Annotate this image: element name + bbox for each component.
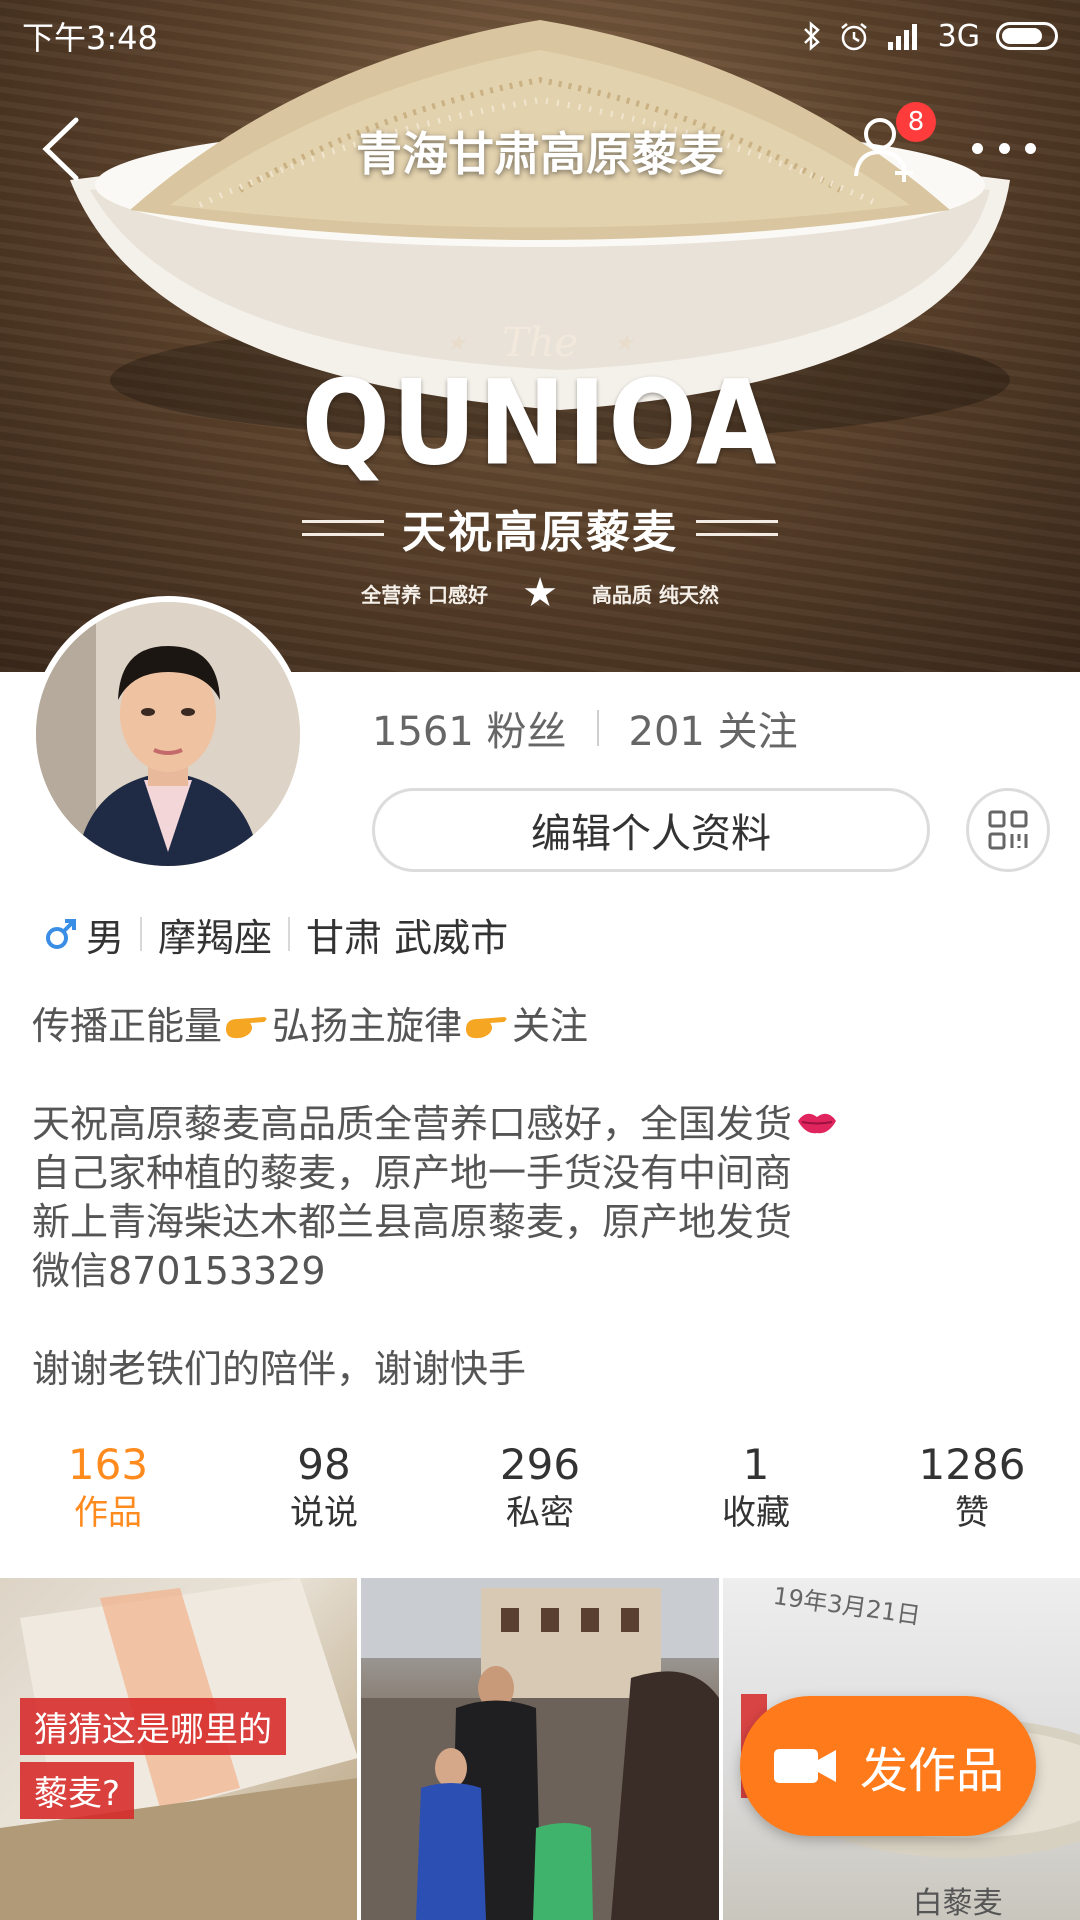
signal-icon xyxy=(886,22,922,50)
thumb-label: 白藜麦 xyxy=(912,1886,1003,1920)
divider xyxy=(596,710,599,746)
logo-line-right xyxy=(696,520,778,536)
more-button[interactable] xyxy=(972,124,1036,172)
publish-button[interactable]: 发作品 xyxy=(740,1696,1036,1836)
profile-bio: 传播正能量 弘扬主旋律 关注 天祝高原藜麦高品质全营养口感好，全国发货 自己家种植的… xyxy=(32,1002,1052,1394)
avatar[interactable] xyxy=(30,596,306,872)
bio-line: 自己家种植的藜麦，原产地一手货没有中间商 xyxy=(32,1151,793,1195)
location-label: 甘肃 武威市 xyxy=(306,915,509,960)
bluetooth-icon xyxy=(802,20,822,52)
divider xyxy=(288,917,291,951)
bio-line: 微信870153329 xyxy=(32,1249,326,1293)
star-icon: ★ xyxy=(446,330,466,356)
profile-tags: 男 摩羯座 甘肃 武威市 xyxy=(44,908,508,960)
star-icon: ★ xyxy=(522,570,558,616)
status-time: 下午3:48 xyxy=(22,19,158,57)
thumb-caption: 藜麦? xyxy=(20,1762,135,1819)
logo-tag-left: 全营养 口感好 xyxy=(361,582,489,607)
follow-stats: 1561 粉丝 201 关注 xyxy=(372,700,798,756)
tab-works[interactable]: 163 作品 xyxy=(0,1440,216,1540)
battery-icon xyxy=(996,22,1058,50)
edit-profile-button[interactable]: 编辑个人资料 xyxy=(372,788,930,872)
bio-line: 天祝高原藜麦高品质全营养口感好，全国发货 xyxy=(32,1100,1052,1149)
qr-code-button[interactable] xyxy=(966,788,1050,872)
qr-code-icon xyxy=(988,810,1028,850)
male-icon xyxy=(44,917,78,951)
video-camera-icon xyxy=(773,1749,836,1783)
more-icon xyxy=(972,142,983,154)
avatar-photo xyxy=(36,602,300,866)
status-bar: 下午3:48 3G xyxy=(0,0,1080,72)
tab-likes[interactable]: 1286 赞 xyxy=(864,1440,1080,1540)
street-scene-image xyxy=(361,1578,719,1920)
bio-line: 新上青海柴达木都兰县高原藜麦，原产地发货 xyxy=(32,1200,793,1244)
thumb-caption: 猜猜这是哪里的 xyxy=(20,1698,286,1755)
star-icon: ★ xyxy=(614,330,634,356)
notification-badge: 8 xyxy=(896,102,936,142)
zodiac-label: 摩羯座 xyxy=(158,915,273,960)
publish-label: 发作品 xyxy=(859,1743,1004,1799)
top-nav: 青海甘肃高原藜麦 8 xyxy=(0,100,1080,196)
following-count[interactable]: 201 关注 xyxy=(629,699,798,757)
fans-count[interactable]: 1561 粉丝 xyxy=(372,699,567,757)
content-tabs: 163 作品 98 说说 296 私密 1 收藏 1286 赞 xyxy=(0,1440,1080,1540)
bio-line: 传播正能量 弘扬主旋律 关注 xyxy=(32,1002,1052,1051)
bio-line: 谢谢老铁们的陪伴，谢谢快手 xyxy=(32,1347,527,1391)
pointing-hand-icon xyxy=(224,1004,270,1053)
work-thumbnail[interactable]: 猜猜这是哪里的 藜麦? xyxy=(0,1578,358,1920)
work-thumbnail[interactable] xyxy=(361,1578,719,1920)
alarm-icon xyxy=(838,20,870,52)
tab-favorites[interactable]: 1 收藏 xyxy=(648,1440,864,1540)
quinoa-logo: ★ The ★ QUNIOA 天祝高原藜麦 全营养 口感好 ★ 高品质 纯天然 xyxy=(0,320,1080,616)
kiss-lips-icon xyxy=(794,1102,840,1151)
pointing-hand-icon xyxy=(464,1004,510,1053)
logo-cn-text: 天祝高原藜麦 xyxy=(402,507,678,558)
tab-posts[interactable]: 98 说说 xyxy=(216,1440,432,1540)
divider xyxy=(140,917,143,951)
logo-tag-right: 高品质 纯天然 xyxy=(591,582,719,607)
logo-main-text: QUNIOA xyxy=(301,354,779,492)
logo-line-left xyxy=(302,520,384,536)
tab-private[interactable]: 296 私密 xyxy=(432,1440,648,1540)
gender-label: 男 xyxy=(86,915,125,960)
network-type: 3G xyxy=(937,18,980,54)
